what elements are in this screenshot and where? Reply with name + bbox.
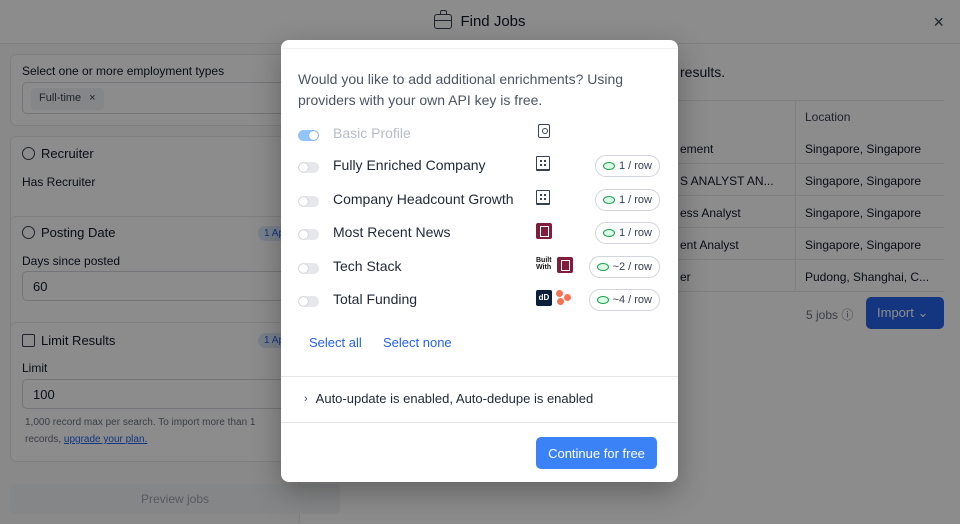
enrichment-label: Most Recent News: [333, 224, 451, 240]
building-icon: [536, 156, 550, 171]
enrichment-label: Tech Stack: [333, 258, 402, 274]
cost-label: ~4 / row: [612, 294, 652, 306]
cost-badge: 1 / row: [594, 155, 660, 177]
builtwith-logo-icon: Built With: [536, 257, 554, 273]
enrichment-row-total-funding: Total Funding dD ~4 / row: [298, 289, 660, 311]
toggle-switch[interactable]: [298, 196, 319, 207]
toggle-switch[interactable]: [298, 229, 319, 240]
enrichment-label: Fully Enriched Company: [333, 157, 486, 173]
auto-settings-toggle[interactable]: › Auto-update is enabled, Auto-dedupe is…: [304, 391, 593, 406]
modal-top-divider: [281, 48, 678, 49]
enrichment-row-tech-stack: Tech Stack Built With ~2 / row: [298, 256, 660, 278]
enrichment-label: Company Headcount Growth: [333, 191, 514, 207]
cost-badge: 1 / row: [594, 189, 660, 211]
cost-label: 1 / row: [618, 227, 652, 239]
cost-badge: ~4 / row: [588, 289, 660, 311]
coin-icon: [602, 162, 615, 170]
toggle-switch[interactable]: [298, 130, 319, 141]
coin-icon: [602, 196, 615, 204]
news-provider-icon: [557, 257, 573, 273]
coin-icon: [596, 263, 609, 271]
cost-label: ~2 / row: [612, 261, 652, 273]
enrichment-row-company-headcount-growth: Company Headcount Growth 1 / row: [298, 189, 660, 211]
coin-icon: [596, 296, 609, 304]
profile-card-icon: [538, 124, 550, 138]
toggle-switch[interactable]: [298, 162, 319, 173]
auto-settings-label: Auto-update is enabled, Auto-dedupe is e…: [315, 391, 594, 406]
dealroom-logo-icon: dD: [536, 290, 552, 306]
select-none-button[interactable]: Select none: [383, 335, 452, 350]
select-all-button[interactable]: Select all: [309, 335, 362, 350]
enrichment-question: Would you like to add additional enrichm…: [298, 71, 624, 108]
chevron-right-icon: ›: [304, 392, 308, 405]
enrichment-row-most-recent-news: Most Recent News 1 / row: [298, 222, 660, 244]
enrichment-label: Total Funding: [333, 291, 418, 307]
enrichment-row-basic-profile: Basic Profile: [298, 123, 660, 145]
enrichment-label: Basic Profile: [333, 125, 411, 141]
modal-divider: [281, 376, 678, 377]
enrichment-modal: Would you like to add additional enrichm…: [281, 40, 678, 482]
cost-badge: 1 / row: [594, 222, 660, 244]
continue-for-free-button[interactable]: Continue for free: [536, 437, 657, 469]
crunchbase-dots-icon: [555, 290, 573, 306]
cost-label: 1 / row: [618, 194, 652, 206]
enrichment-row-fully-enriched-company: Fully Enriched Company 1 / row: [298, 155, 660, 177]
toggle-switch[interactable]: [298, 296, 319, 307]
cost-badge: ~2 / row: [588, 256, 660, 278]
toggle-switch[interactable]: [298, 263, 319, 274]
coin-icon: [602, 229, 615, 237]
modal-footer-divider: [281, 422, 678, 423]
news-provider-icon: [536, 223, 552, 239]
building-icon: [536, 190, 550, 205]
cost-label: 1 / row: [618, 160, 652, 172]
